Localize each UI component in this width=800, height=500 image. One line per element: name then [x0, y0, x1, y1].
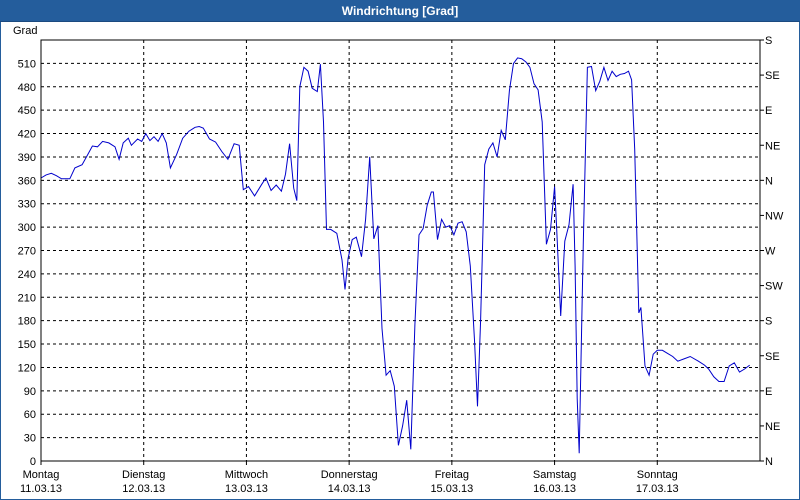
y-tick-label: 240 [18, 269, 36, 281]
y-tick-label: 390 [18, 152, 36, 164]
x-tick-date-label: 15.03.13 [430, 483, 473, 495]
right-tick-label: NE [765, 140, 780, 152]
y-tick-label: 360 [18, 175, 36, 187]
right-tick-label: N [765, 456, 773, 468]
grid [41, 39, 760, 461]
y-tick-label: 150 [18, 339, 36, 351]
y-tick-label: 330 [18, 199, 36, 211]
x-tick-date-label: 11.03.13 [20, 483, 62, 495]
x-tick-day-label: Donnerstag [321, 469, 378, 481]
wind-direction-chart: Grad 0 30 60 90 120 150 180 210 240 270 300 330 360 3… [13, 25, 784, 495]
right-tick-label: SE [765, 351, 780, 363]
right-tick-label: W [765, 246, 776, 258]
x-tick-date-label: 13.03.13 [225, 483, 268, 495]
x-tick-date-label: 12.03.13 [122, 483, 165, 495]
x-tick-date-label: 17.03.13 [636, 483, 679, 495]
right-tick-label: NE [765, 421, 780, 433]
chart-frame: Grad 0 30 60 90 120 150 180 210 240 270 300 330 360 3… [0, 22, 800, 500]
y-tick-label: 270 [18, 246, 36, 258]
y-tick-label: 60 [24, 409, 36, 421]
x-tick-day-label: Sonntag [637, 469, 678, 481]
right-tick-label: S [765, 316, 772, 328]
y-tick-label: 450 [18, 105, 36, 117]
x-tick-day-label: Dienstag [122, 469, 165, 481]
y-axis-left: Grad 0 30 60 90 120 150 180 210 240 270 300 330 360 3… [13, 25, 37, 468]
y-tick-label: 420 [18, 129, 36, 141]
right-tick-label: N [765, 175, 773, 187]
y-tick-label: 480 [18, 82, 36, 94]
x-tick-day-label: Freitag [435, 469, 469, 481]
right-tick-label: E [765, 386, 772, 398]
plot-border [40, 39, 761, 462]
y-tick-label: 90 [24, 386, 36, 398]
x-tick-date-label: 16.03.13 [533, 483, 576, 495]
y-tick-label: 120 [18, 362, 36, 374]
right-tick-label: E [765, 105, 772, 117]
y-tick-label: 180 [18, 316, 36, 328]
x-tick-day-label: Mittwoch [225, 469, 268, 481]
right-tick-label: NW [765, 210, 784, 222]
x-axis: Montag 11.03.13 Dienstag 12.03.13 Mittwoch 13… [20, 461, 679, 495]
y-tick-label: 0 [30, 456, 36, 468]
y-tick-label: 30 [24, 433, 36, 445]
right-tick-label: SE [765, 70, 780, 82]
series-layer [40, 57, 751, 454]
y-axis-right: N NE E SE S SW W NW N NE E SE S [760, 35, 784, 468]
right-tick-label: S [765, 35, 772, 47]
y-axis-label: Grad [13, 25, 37, 37]
series-line [40, 57, 751, 454]
x-tick-date-label: 14.03.13 [328, 483, 371, 495]
y-tick-label: 210 [18, 292, 36, 304]
y-tick-label: 510 [18, 58, 36, 70]
window-title: Windrichtung [Grad] [0, 0, 800, 22]
y-tick-label: 300 [18, 222, 36, 234]
x-tick-day-label: Montag [23, 469, 60, 481]
x-tick-day-label: Samstag [533, 469, 576, 481]
right-tick-label: SW [765, 281, 783, 293]
